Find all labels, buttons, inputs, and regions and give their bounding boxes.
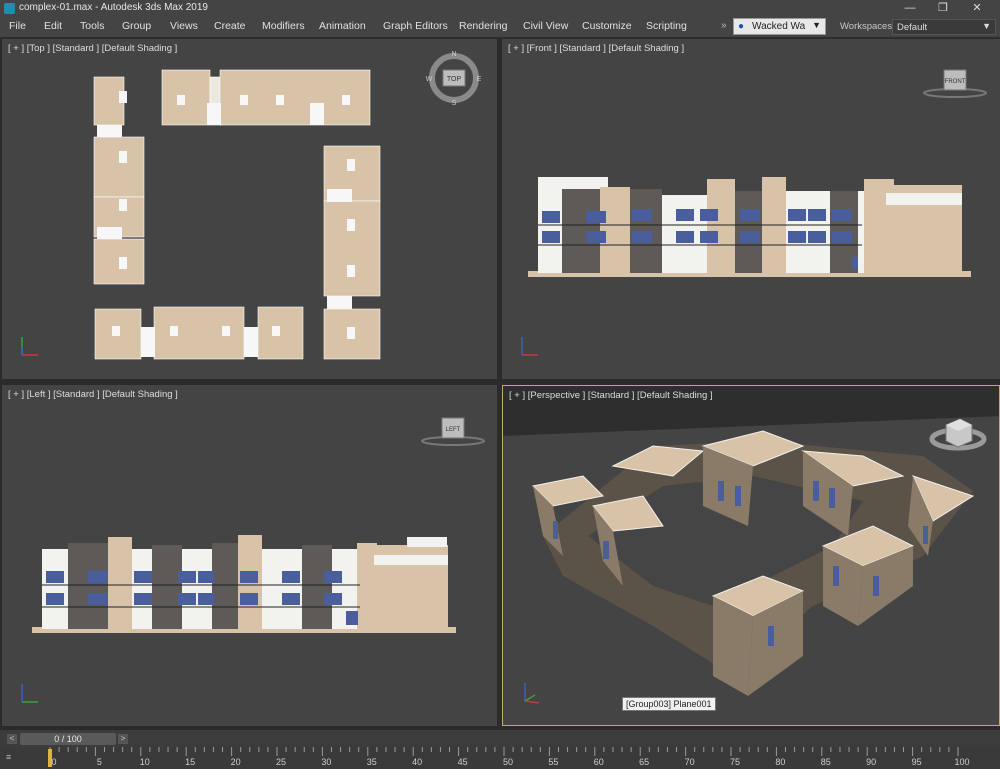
viewport-left-label[interactable]: [ + ] [Left ] [Standard ] [Default Shadi… <box>8 389 178 400</box>
viewport-front[interactable]: [ + ] [Front ] [Standard ] [Default Shad… <box>502 39 1000 379</box>
ruler-tick-label: 90 <box>866 757 877 767</box>
axis-gizmo-icon <box>521 337 538 356</box>
compass-s-label: S <box>452 100 457 107</box>
ruler-tick-label: 85 <box>820 757 831 767</box>
ruler-tick-label: 55 <box>548 757 559 767</box>
user-icon: ● <box>738 21 745 32</box>
window-title: complex-01.max - Autodesk 3ds Max 2019 <box>19 2 208 13</box>
viewcube-front-face: FRONT <box>945 79 966 85</box>
ruler-tick-label: 35 <box>366 757 377 767</box>
ruler-tick-label: 95 <box>911 757 922 767</box>
viewport-left[interactable]: [ + ] [Left ] [Standard ] [Default Shadi… <box>2 385 497 726</box>
title-bar: complex-01.max - Autodesk 3ds Max 2019 —… <box>0 0 1000 18</box>
track-bar[interactable]: ≡ 0 5 10 15 20 25 30 35 40 45 50 55 60 65 70 75 80 85 90 95… <box>0 747 1000 769</box>
menu-overflow-icon[interactable]: » <box>721 20 727 31</box>
chevron-down-icon: ▼ <box>812 20 821 30</box>
axis-gizmo-icon <box>21 337 38 356</box>
object-tooltip: [Group003] Plane001 <box>622 697 716 711</box>
next-frame-button[interactable]: > <box>118 734 128 744</box>
user-account-dropdown[interactable]: ● Wacked Wa ▼ <box>733 18 826 35</box>
viewcube-top-face: TOP <box>447 76 462 83</box>
ruler-tick-label: 5 <box>96 757 102 767</box>
axis-gizmo-icon <box>524 683 540 704</box>
ruler-tick-label: 45 <box>457 757 468 767</box>
viewcube-top[interactable]: TOP N S E W <box>425 49 483 107</box>
menu-modifiers[interactable]: Modifiers <box>262 20 305 32</box>
viewport-top-label[interactable]: [ + ] [Top ] [Standard ] [Default Shadin… <box>8 43 177 54</box>
menu-create[interactable]: Create <box>214 20 246 32</box>
ruler-tick-label: 0 <box>51 757 57 767</box>
time-slider-bar: < 0 / 100 > <box>0 729 1000 748</box>
menu-graph-editors[interactable]: Graph Editors <box>383 20 448 32</box>
ruler-tick-label: 70 <box>684 757 695 767</box>
compass-w-label: W <box>426 76 433 83</box>
menu-group[interactable]: Group <box>122 20 151 32</box>
close-button[interactable]: ✕ <box>962 0 992 17</box>
ruler-tick-label: 10 <box>139 757 150 767</box>
menu-tools[interactable]: Tools <box>80 20 105 32</box>
menu-scripting[interactable]: Scripting <box>646 20 687 32</box>
app-icon <box>4 3 15 14</box>
viewcube-left[interactable]: LEFT <box>420 413 486 453</box>
viewport-perspective[interactable]: [ + ] [Perspective ] [Standard ] [Defaul… <box>502 385 1000 726</box>
perspective-view-scene <box>503 386 999 696</box>
menu-file[interactable]: File <box>9 20 26 32</box>
ruler-tick-label: 75 <box>729 757 741 767</box>
compass-n-label: N <box>451 51 456 58</box>
viewport-front-label[interactable]: [ + ] [Front ] [Standard ] [Default Shad… <box>508 43 684 54</box>
compass-e-label: E <box>477 76 482 83</box>
viewcube-left-face: LEFT <box>446 427 461 433</box>
user-name: Wacked Wa <box>752 21 806 32</box>
prev-frame-button[interactable]: < <box>7 734 17 744</box>
maximize-button[interactable]: ❐ <box>928 0 958 17</box>
ruler-tick-label: 15 <box>185 757 196 767</box>
ruler-tick-label: 80 <box>775 757 786 767</box>
chevron-down-icon: ▼ <box>982 21 991 31</box>
ruler-tick-label: 20 <box>230 757 241 767</box>
viewcube-front[interactable]: FRONT <box>922 65 988 105</box>
workspace-select[interactable]: Default ▼ <box>892 19 996 35</box>
minimize-button[interactable]: — <box>895 0 925 17</box>
menu-rendering[interactable]: Rendering <box>459 20 507 32</box>
time-slider[interactable]: 0 / 100 <box>20 733 116 745</box>
viewcube-perspective[interactable] <box>928 411 988 457</box>
top-view-scene <box>93 69 381 360</box>
ruler-tick-label: 60 <box>593 757 604 767</box>
ruler-tick-label: 65 <box>639 757 650 767</box>
menu-civil-view[interactable]: Civil View <box>523 20 568 32</box>
menu-animation[interactable]: Animation <box>319 20 366 32</box>
viewport-top[interactable]: [ + ] [Top ] [Standard ] [Default Shadin… <box>2 39 497 379</box>
axis-gizmo-icon <box>21 684 38 703</box>
ruler-tick-label: 25 <box>275 757 287 767</box>
viewport-perspective-label[interactable]: [ + ] [Perspective ] [Standard ] [Defaul… <box>509 390 713 401</box>
ruler-tick-label: 30 <box>321 757 332 767</box>
workspaces-label: Workspaces: <box>840 21 895 32</box>
menu-edit[interactable]: Edit <box>44 20 62 32</box>
workspace-value: Default <box>897 22 928 33</box>
menu-views[interactable]: Views <box>170 20 198 32</box>
ruler-tick-label: 50 <box>502 757 514 767</box>
track-ruler <box>49 747 959 756</box>
ruler-tick-label: 100 <box>954 757 970 767</box>
menu-customize[interactable]: Customize <box>582 20 632 32</box>
ruler-tick-label: 40 <box>412 757 423 767</box>
